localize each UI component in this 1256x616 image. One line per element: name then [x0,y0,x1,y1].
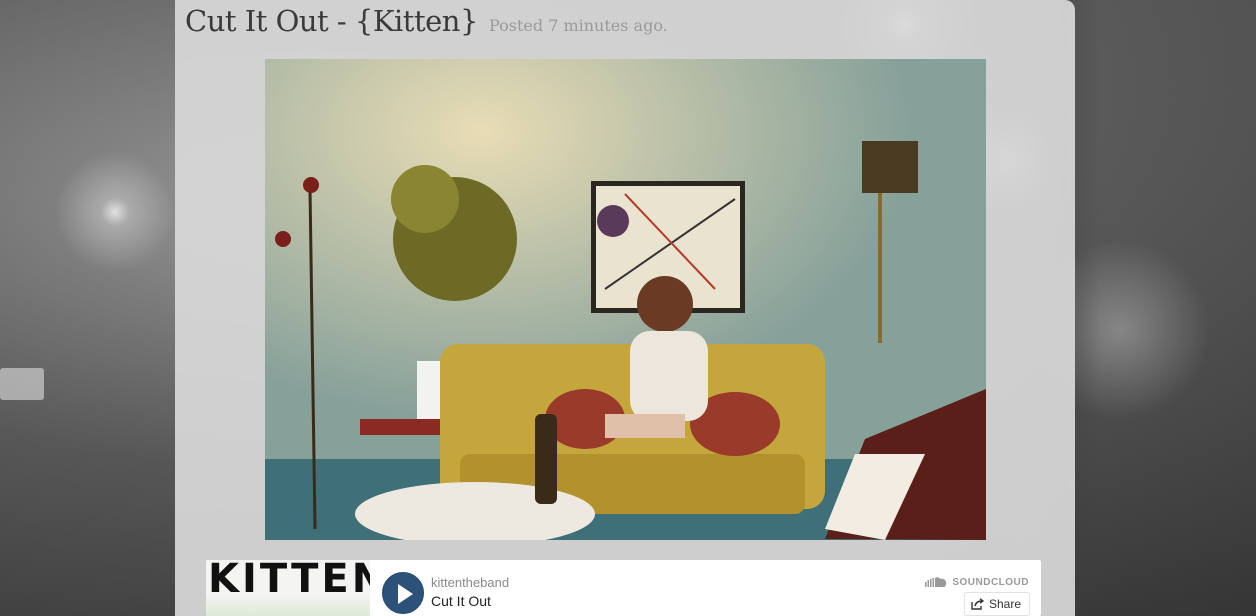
photo-illustration [265,59,986,540]
soundcloud-brand-text: SOUNDCLOUD [952,576,1029,588]
share-button[interactable]: Share [963,592,1030,616]
soundcloud-logo[interactable]: SOUNDCLOUD [925,575,1029,589]
artist-link[interactable]: kittentheband [431,575,509,590]
post-header: Cut It Out - {Kitten} Posted 7 minutes a… [185,4,668,38]
share-icon [971,598,984,610]
post-timestamp[interactable]: Posted 7 minutes ago. [489,16,668,35]
soundcloud-player: KITTEN kittentheband Cut It Out SOUNDCLO… [206,560,1041,616]
play-button[interactable] [382,572,424,614]
soundcloud-cloud-icon [925,577,947,587]
post-photo[interactable] [265,59,986,540]
share-label: Share [988,597,1021,611]
play-icon [398,584,413,604]
track-title-link[interactable]: Cut It Out [431,593,491,609]
post-title[interactable]: Cut It Out - {Kitten} [185,4,478,38]
background-sign [0,368,44,400]
artwork-text: KITTEN [208,560,370,602]
track-artwork[interactable]: KITTEN [206,560,370,616]
